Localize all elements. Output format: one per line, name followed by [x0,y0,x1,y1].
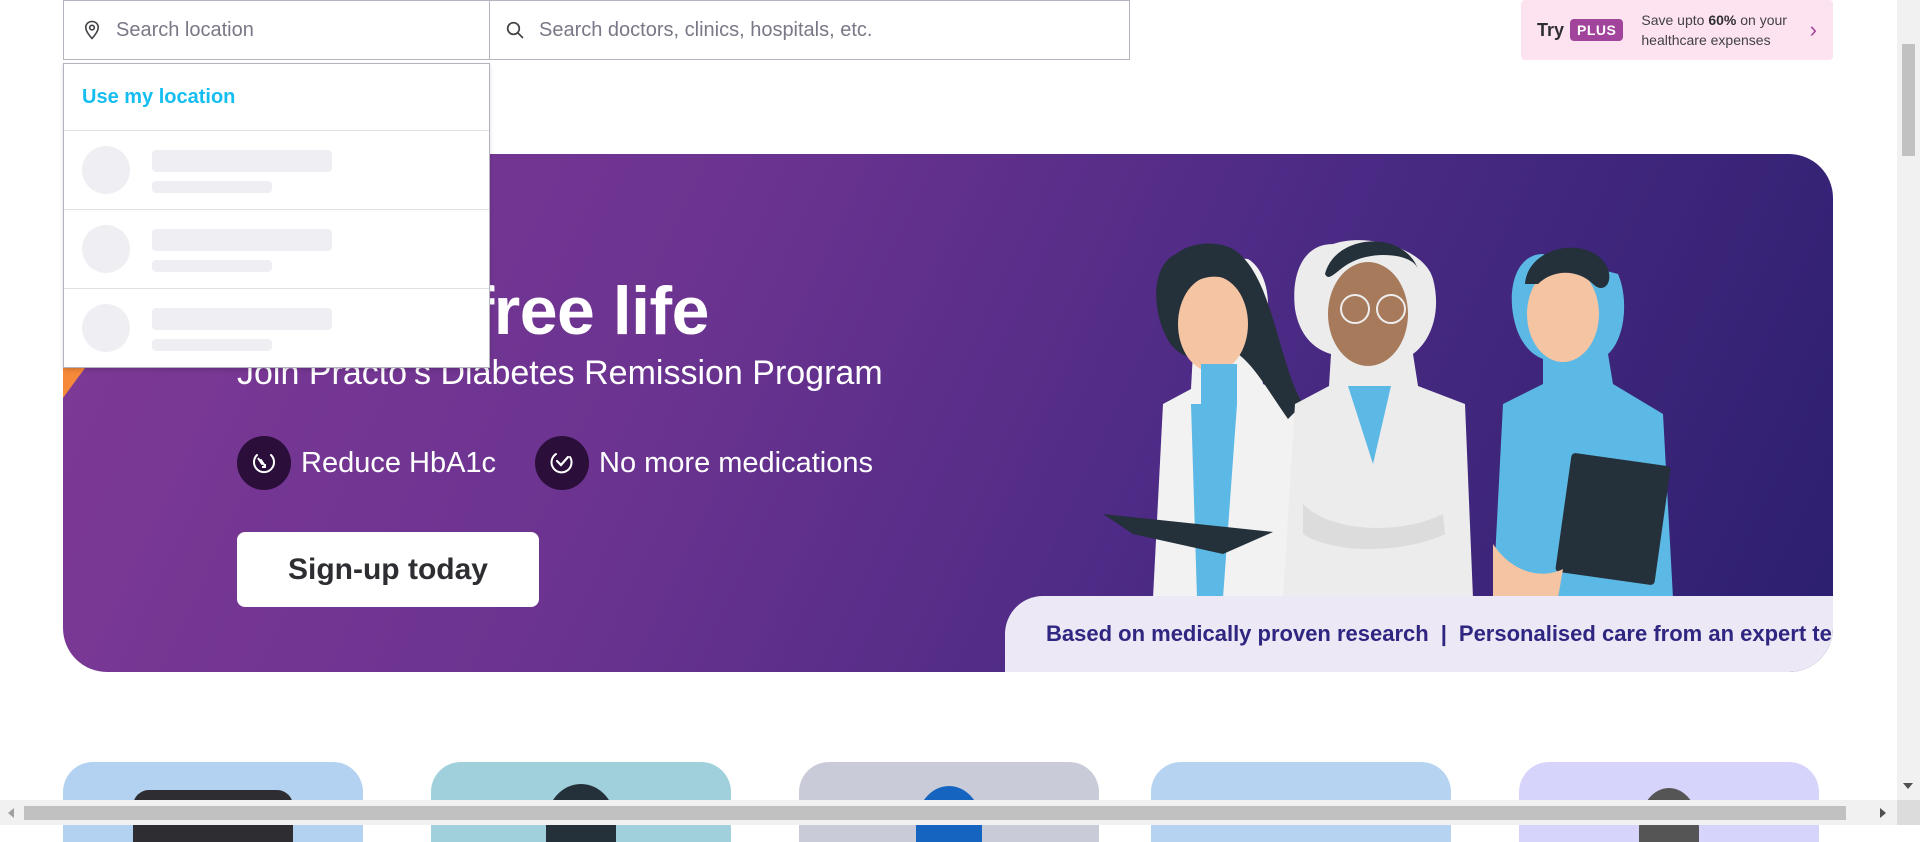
chevron-right-icon[interactable]: › [1810,17,1817,43]
footer-care: Personalised care from an expert team [1458,621,1833,646]
horizontal-scrollbar[interactable] [0,800,1897,825]
skeleton-line [152,339,272,351]
feature-label: Reduce HbA1c [301,446,497,479]
search-bar [63,0,1130,60]
scrollbar-thumb[interactable] [1902,44,1915,156]
location-input[interactable] [116,18,489,42]
doctor-search[interactable] [490,1,1129,59]
plus-try-label: Try [1537,19,1565,40]
skeleton-line [152,181,272,193]
plus-badge: PLUS [1570,19,1624,41]
feature-reduce-hba1c: Reduce HbA1c [237,436,496,490]
scrollbar-corner [1897,800,1920,825]
scroll-right-arrow-icon[interactable] [1880,808,1886,818]
plus-text-prefix: Save upto [1641,12,1709,28]
search-icon [506,21,524,39]
reduce-hba1c-icon [237,436,291,490]
footer-separator: | [1440,621,1447,646]
skeleton-line [152,260,272,272]
signup-button[interactable]: Sign-up today [237,532,539,607]
doctors-illustration [1103,240,1673,598]
skeleton-line [152,308,332,330]
feature-label: No more medications [599,446,873,479]
feature-no-medications: No more medications [535,436,873,490]
footer-research: Based on medically proven research [1046,621,1429,646]
plus-promo-banner[interactable]: Try PLUS Save upto 60% on your healthcar… [1521,0,1833,60]
skeleton-avatar [82,304,130,352]
loading-placeholder-row [64,131,489,210]
hero-footer: Based on medically proven research | Per… [1005,596,1833,672]
skeleton-avatar [82,225,130,273]
skeleton-line [152,229,332,251]
location-search[interactable] [64,1,490,59]
location-dropdown: Use my location [63,63,490,368]
skeleton-line [152,150,332,172]
corner-ribbon [63,368,85,398]
plus-text-highlight: 60% [1708,12,1737,28]
scrollbar-thumb[interactable] [24,806,1846,820]
vertical-scrollbar[interactable] [1897,0,1920,800]
search-input[interactable] [539,18,1129,42]
map-pin-icon [84,20,100,40]
loading-placeholder-row [64,289,489,368]
skeleton-avatar [82,146,130,194]
plus-promo-text: Save upto 60% on your healthcare expense… [1641,10,1809,50]
loading-placeholder-row [64,210,489,289]
no-medication-icon [535,436,589,490]
scroll-down-arrow-icon[interactable] [1903,783,1913,789]
use-my-location-option[interactable]: Use my location [64,64,489,131]
scroll-left-arrow-icon[interactable] [8,808,14,818]
